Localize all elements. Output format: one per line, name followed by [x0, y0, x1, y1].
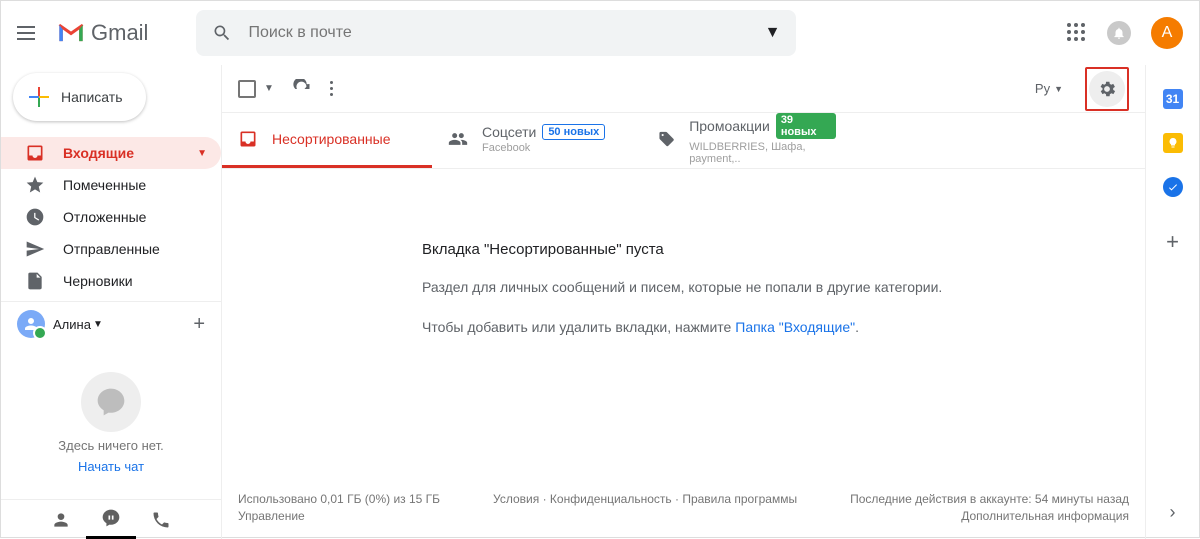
settings-highlight — [1085, 67, 1129, 111]
hangouts-tab-contacts[interactable] — [36, 500, 86, 539]
draft-icon — [25, 271, 45, 291]
nav-snoozed[interactable]: Отложенные — [1, 201, 221, 233]
tasks-icon[interactable] — [1163, 177, 1183, 197]
select-dropdown-icon[interactable]: ▼ — [264, 83, 274, 94]
clock-icon — [25, 207, 45, 227]
star-icon — [25, 175, 45, 195]
category-tabs: Несортированные Соцсети50 новых Facebook… — [222, 113, 1145, 169]
tab-promotions[interactable]: Промоакции39 новых WILDBERRIES, Шафа, pa… — [642, 113, 852, 168]
header: Gmail ▼ А — [1, 1, 1199, 65]
nav-sent[interactable]: Отправленные — [1, 233, 221, 265]
input-method-button[interactable]: Ру▼ — [1035, 81, 1063, 96]
search-dropdown-icon[interactable]: ▼ — [765, 24, 781, 42]
collapse-panel-icon[interactable]: › — [1170, 502, 1176, 523]
empty-line2: Чтобы добавить или удалить вкладки, нажм… — [422, 318, 1145, 338]
compose-button[interactable]: Написать — [13, 73, 146, 121]
manage-storage-link[interactable]: Управление — [238, 509, 440, 523]
refresh-icon[interactable] — [292, 79, 312, 99]
search-input[interactable] — [248, 24, 764, 42]
tab-social[interactable]: Соцсети50 новых Facebook — [432, 113, 642, 168]
more-icon[interactable] — [330, 81, 333, 96]
start-chat-link[interactable]: Начать чат — [78, 459, 144, 474]
main-content: ▼ Ру▼ Несортированные Соцсети50 новых Fa… — [221, 65, 1145, 539]
account-avatar[interactable]: А — [1151, 17, 1183, 49]
inbox-icon — [238, 129, 258, 149]
badge-promo-count: 39 новых — [776, 113, 836, 139]
plus-icon — [29, 87, 49, 107]
side-panel: 31 + › — [1145, 65, 1199, 539]
tag-icon — [658, 129, 675, 149]
inbox-settings-link[interactable]: Папка "Входящие" — [735, 319, 855, 335]
chevron-down-icon: ▼ — [93, 319, 103, 330]
empty-line1: Раздел для личных сообщений и писем, кот… — [422, 278, 1145, 298]
notifications-icon[interactable] — [1107, 21, 1131, 45]
nav-drafts[interactable]: Черновики — [1, 265, 221, 297]
activity-text: Последние действия в аккаунте: 54 минуты… — [850, 492, 1129, 506]
hangouts-tabs — [1, 499, 221, 539]
new-chat-button[interactable]: + — [193, 313, 205, 336]
nav-starred[interactable]: Помеченные — [1, 169, 221, 201]
nav-inbox[interactable]: Входящие ▼ — [1, 137, 221, 169]
user-avatar-icon — [17, 310, 45, 338]
hangouts-tab-chat[interactable] — [86, 500, 136, 539]
chevron-down-icon: ▼ — [197, 148, 207, 159]
empty-state: Вкладка "Несортированные" пуста Раздел д… — [222, 169, 1145, 484]
add-addon-button[interactable]: + — [1166, 229, 1179, 255]
details-link[interactable]: Дополнительная информация — [850, 509, 1129, 523]
badge-social-count: 50 новых — [542, 124, 605, 140]
app-name: Gmail — [91, 20, 148, 46]
menu-icon[interactable] — [17, 21, 41, 45]
hangouts-icon — [81, 372, 141, 432]
people-icon — [448, 129, 468, 149]
search-bar[interactable]: ▼ — [196, 10, 796, 56]
compose-label: Написать — [61, 89, 122, 105]
privacy-link[interactable]: Конфиденциальность — [550, 492, 672, 506]
sidebar: Написать Входящие ▼ Помеченные Отложенны… — [1, 65, 221, 539]
toolbar: ▼ Ру▼ — [222, 65, 1145, 113]
footer: Использовано 0,01 ГБ (0%) из 15 ГБ Управ… — [222, 484, 1145, 539]
calendar-icon[interactable]: 31 — [1163, 89, 1183, 109]
select-all-checkbox[interactable] — [238, 80, 256, 98]
gmail-m-icon — [57, 22, 85, 44]
storage-text: Использовано 0,01 ГБ (0%) из 15 ГБ — [238, 492, 440, 506]
hangouts-tab-phone[interactable] — [136, 500, 186, 539]
search-icon — [212, 23, 232, 43]
hangouts-user[interactable]: Алина ▼ + — [1, 301, 221, 346]
hangouts-empty-state: Здесь ничего нет. Начать чат — [1, 346, 221, 499]
empty-heading: Вкладка "Несортированные" пуста — [422, 241, 1145, 258]
inbox-icon — [25, 143, 45, 163]
google-apps-icon[interactable] — [1067, 23, 1087, 43]
gmail-logo[interactable]: Gmail — [57, 20, 148, 46]
send-icon — [25, 239, 45, 259]
settings-button[interactable] — [1089, 71, 1125, 107]
tab-primary[interactable]: Несортированные — [222, 113, 432, 168]
terms-link[interactable]: Условия — [493, 492, 539, 506]
policies-link[interactable]: Правила программы — [682, 492, 797, 506]
keep-icon[interactable] — [1163, 133, 1183, 153]
